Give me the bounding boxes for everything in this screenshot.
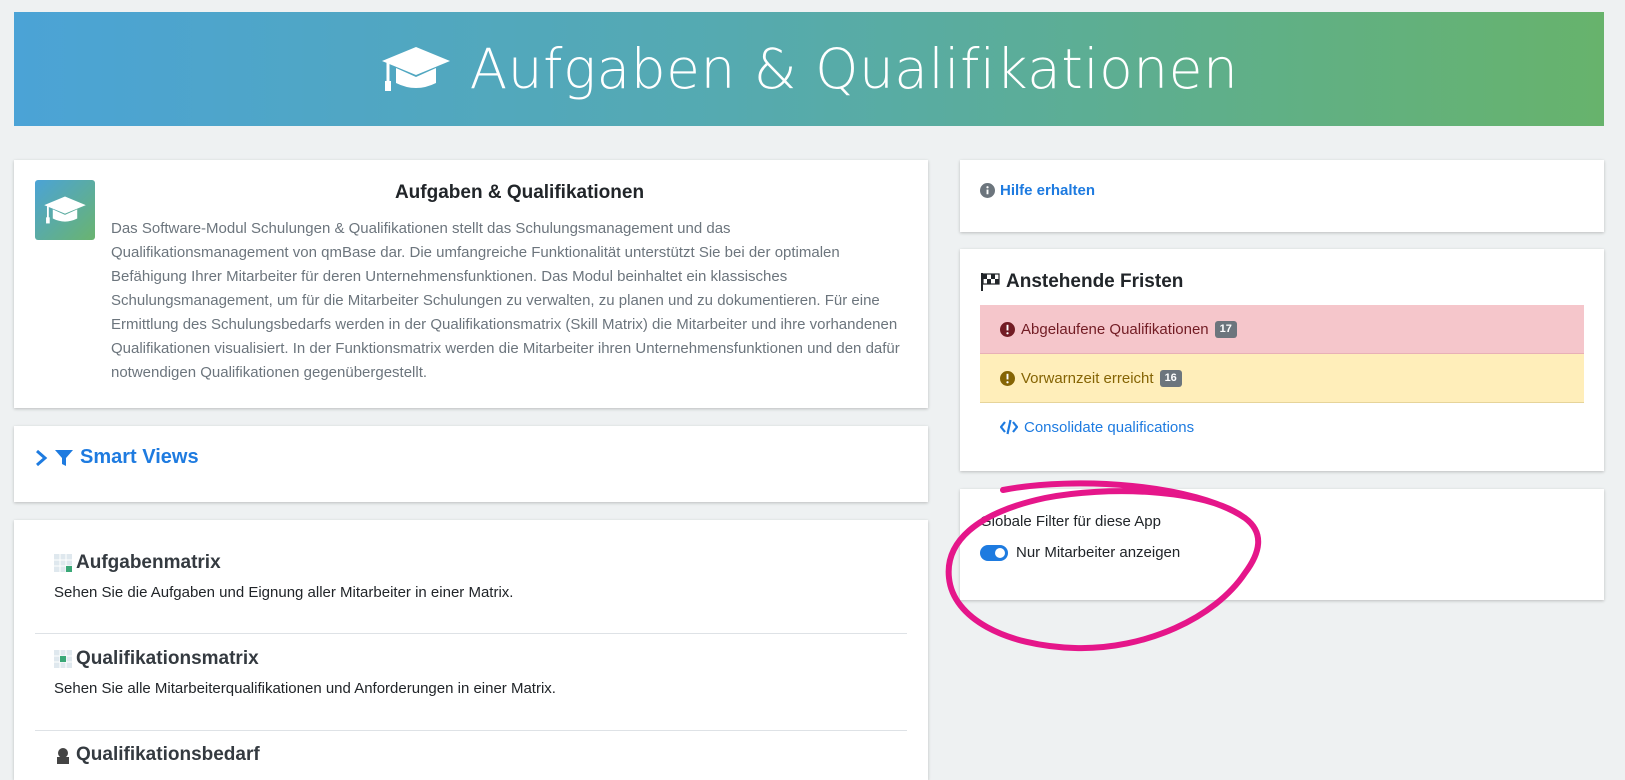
smart-views-card: Smart Views — [14, 426, 928, 502]
graduation-cap-icon — [44, 196, 86, 224]
expired-count-badge: 17 — [1214, 320, 1237, 338]
consolidate-label: Consolidate qualifications — [1024, 418, 1195, 436]
smart-views-toggle[interactable]: Smart Views — [34, 446, 199, 469]
aufgabenmatrix-description: Sehen Sie die Aufgaben und Eignung aller… — [54, 584, 514, 601]
qualifikationsmatrix-description: Sehen Sie alle Mitarbeiterqualifikatione… — [54, 680, 556, 697]
filter-icon — [55, 449, 73, 466]
list-item-qualifikationsbedarf[interactable]: Qualifikationsbedarf — [35, 744, 907, 766]
expired-qualifications-item[interactable]: Abgelaufene Qualifikationen 17 — [980, 305, 1584, 354]
smart-views-label: Smart Views — [80, 446, 199, 468]
info-circle-icon — [980, 183, 995, 198]
checkered-flag-icon — [981, 273, 1000, 291]
employees-only-label: Nur Mitarbeiter anzeigen — [1016, 544, 1181, 561]
warning-label: Vorwarnzeit erreicht — [1021, 369, 1154, 387]
qualifikationsbedarf-title: Qualifikationsbedarf — [76, 744, 260, 765]
app-icon — [35, 180, 95, 240]
graduation-cap-icon — [381, 47, 450, 91]
deadlines-card: Anstehende Fristen Abgelaufene Qualifika… — [960, 249, 1604, 471]
expired-label: Abgelaufene Qualifikationen — [1021, 320, 1209, 338]
help-label: Hilfe erhalten — [1000, 182, 1096, 199]
users-gear-icon — [57, 748, 69, 764]
grid-table-icon — [54, 650, 72, 668]
qualifikationsmatrix-title: Qualifikationsmatrix — [76, 648, 259, 669]
aufgabenmatrix-title: Aufgabenmatrix — [76, 552, 221, 573]
chevron-right-icon — [36, 449, 48, 466]
employees-only-toggle-row: Nur Mitarbeiter anzeigen — [980, 544, 1180, 561]
employees-only-toggle[interactable] — [980, 544, 1008, 561]
help-card: Hilfe erhalten — [960, 160, 1604, 232]
global-filter-card: Globale Filter für diese App Nur Mitarbe… — [960, 489, 1604, 600]
deadlines-heading: Anstehende Fristen — [980, 271, 1183, 293]
intro-title: Aufgaben & Qualifikationen — [394, 182, 645, 203]
intro-description: Das Software-Modul Schulungen & Qualifik… — [111, 220, 900, 381]
page-title: Aufgaben & Qualifikationen — [469, 37, 1239, 101]
consolidate-qualifications-link[interactable]: Consolidate qualifications — [980, 403, 1584, 451]
warning-period-item[interactable]: Vorwarnzeit erreicht 16 — [980, 354, 1584, 403]
exclamation-circle-icon — [1000, 370, 1015, 386]
deadlines-title: Anstehende Fristen — [1006, 271, 1184, 292]
list-item-aufgabenmatrix[interactable]: Aufgabenmatrix Sehen Sie die Aufgaben un… — [35, 552, 907, 601]
code-icon — [1000, 419, 1018, 435]
divider — [35, 633, 907, 634]
intro-card: Aufgaben & Qualifikationen Das Software-… — [14, 160, 928, 408]
warning-count-badge: 16 — [1159, 369, 1182, 387]
help-link[interactable]: Hilfe erhalten — [980, 182, 1095, 199]
global-filter-label: Globale Filter für diese App — [980, 513, 1161, 530]
page-banner: Aufgaben & Qualifikationen — [14, 12, 1604, 126]
divider — [35, 730, 907, 731]
exclamation-circle-icon — [1000, 321, 1015, 337]
matrix-card: Aufgabenmatrix Sehen Sie die Aufgaben un… — [14, 520, 928, 780]
grid-table-icon — [54, 554, 72, 572]
list-item-qualifikationsmatrix[interactable]: Qualifikationsmatrix Sehen Sie alle Mita… — [35, 648, 907, 697]
